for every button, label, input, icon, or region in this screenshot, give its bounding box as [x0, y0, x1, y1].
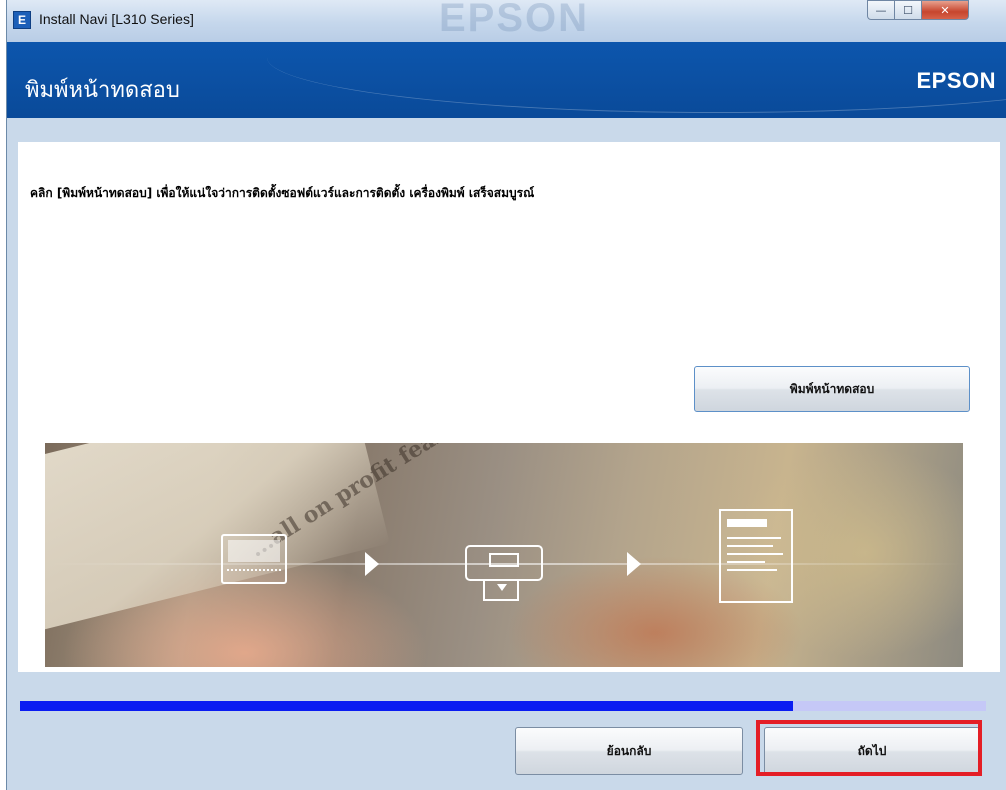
progress-bar [20, 701, 986, 711]
printer-panel [489, 553, 519, 567]
header-swoosh [267, 42, 1006, 113]
epson-logo: EPSON [916, 68, 996, 93]
back-button[interactable]: ย้อนกลับ [515, 727, 743, 775]
titlebar-watermark: EPSON [439, 0, 590, 40]
page-line [727, 519, 767, 527]
instruction-text: คลิก [พิมพ์หน้าทดสอบ] เพื่อให้แน่ใจว่ากา… [30, 186, 535, 200]
arrow-right-icon [365, 552, 379, 576]
page-line [727, 537, 781, 539]
close-button[interactable]: ✕ [921, 0, 969, 20]
printer-icon [465, 545, 543, 601]
maximize-button[interactable]: ☐ [894, 0, 922, 20]
page-line [727, 545, 773, 547]
page-line [727, 569, 777, 571]
page-header: พิมพ์หน้าทดสอบ EPSON [7, 42, 1006, 118]
content-panel: คลิก [พิมพ์หน้าทดสอบ] เพื่อให้แน่ใจว่ากา… [18, 142, 1000, 672]
printer-output-arrow [497, 584, 507, 591]
window-title: Install Navi [L310 Series] [39, 11, 194, 27]
printed-page-icon [719, 509, 793, 603]
next-button-highlight [756, 720, 982, 776]
page-title: พิมพ์หน้าทดสอบ [25, 78, 180, 103]
computer-screen [228, 540, 280, 562]
arrow-right-icon [627, 552, 641, 576]
process-banner: ...all on profit fear [45, 443, 963, 667]
title-bar[interactable]: E Install Navi [L310 Series] EPSON — ☐ ✕ [7, 0, 1006, 42]
minimize-button[interactable]: — [867, 0, 895, 20]
computer-keyboard [227, 569, 281, 578]
progress-fill [20, 701, 793, 711]
computer-icon [221, 534, 287, 584]
page-line [727, 553, 783, 555]
newspaper-image [45, 443, 390, 638]
app-icon: E [13, 11, 31, 29]
page-line [727, 561, 765, 563]
print-test-page-button[interactable]: พิมพ์หน้าทดสอบ [694, 366, 970, 412]
